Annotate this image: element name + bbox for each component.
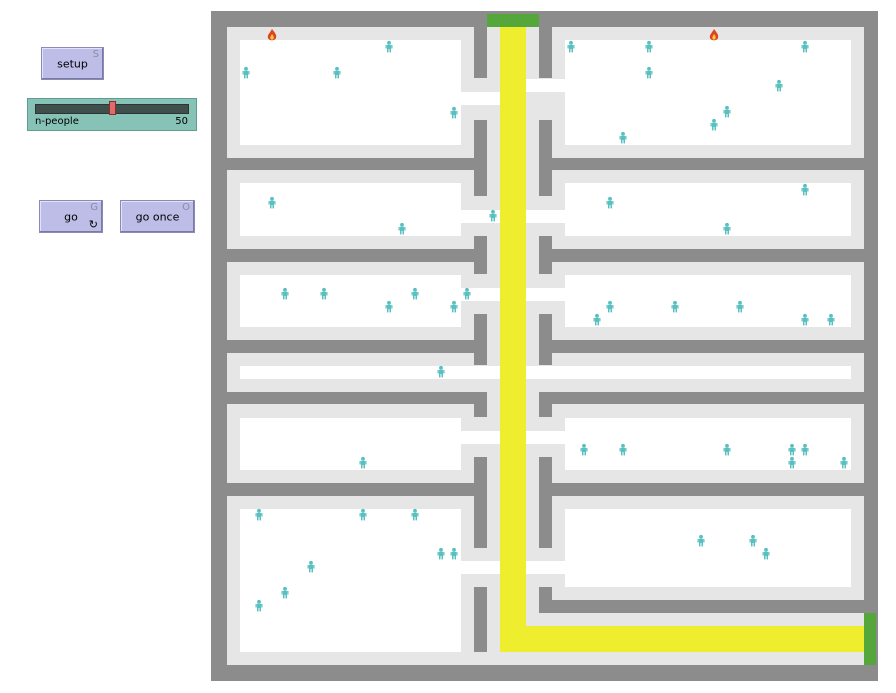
room-left <box>240 509 461 652</box>
vertical-wall-left <box>474 392 487 417</box>
world-view[interactable] <box>211 11 878 681</box>
vertical-wall-right <box>539 392 552 417</box>
evacuation-path-horizontal <box>500 626 864 652</box>
doorway <box>461 561 501 574</box>
vertical-wall-left <box>474 587 487 652</box>
doorway <box>461 431 501 444</box>
room-left <box>240 366 851 379</box>
vertical-wall-left <box>474 314 487 365</box>
horizontal-wall <box>227 249 487 262</box>
horizontal-wall <box>227 340 487 353</box>
go-button[interactable]: go G ↻ <box>39 200 103 233</box>
vertical-wall-left <box>474 120 487 196</box>
doorway <box>526 210 566 223</box>
horizontal-wall <box>539 600 864 613</box>
n-people-slider[interactable]: n-people 50 <box>27 98 197 131</box>
horizontal-wall <box>227 483 487 496</box>
go-button-key: G <box>90 202 98 213</box>
room-right <box>565 40 851 145</box>
vertical-wall-left <box>474 236 487 274</box>
room-right <box>565 418 851 470</box>
forever-icon: ↻ <box>88 218 98 231</box>
slider-name: n-people <box>35 116 79 127</box>
horizontal-wall <box>539 249 864 262</box>
slider-value: 50 <box>175 116 188 127</box>
room-left <box>240 275 461 327</box>
vertical-wall-right <box>539 457 552 548</box>
vertical-wall-right <box>539 236 552 274</box>
doorway <box>526 79 566 92</box>
vertical-wall-right <box>539 27 552 78</box>
horizontal-wall <box>539 158 864 170</box>
exit-top <box>487 14 539 27</box>
vertical-wall-left <box>474 457 487 548</box>
go-once-button-key: O <box>182 202 190 213</box>
slider-thumb[interactable] <box>109 101 116 115</box>
room-right <box>565 509 851 587</box>
vertical-wall-left <box>474 27 487 78</box>
horizontal-wall <box>227 158 487 170</box>
doorway <box>526 288 566 301</box>
horizontal-wall <box>539 483 864 496</box>
doorway <box>461 92 501 105</box>
evacuation-path-vertical <box>500 27 526 652</box>
setup-button-key: S <box>92 49 99 60</box>
vertical-wall-right <box>539 314 552 365</box>
vertical-wall-right <box>539 120 552 196</box>
doorway <box>526 561 566 574</box>
vertical-wall-right <box>539 587 552 613</box>
room-left <box>240 183 461 236</box>
horizontal-wall <box>539 340 864 353</box>
horizontal-wall <box>539 392 864 404</box>
world-canvas <box>212 12 877 680</box>
exit-right <box>864 613 876 665</box>
doorway <box>526 431 566 444</box>
room-left <box>240 418 461 470</box>
setup-button[interactable]: setup S <box>41 47 104 80</box>
horizontal-wall <box>227 392 487 404</box>
go-once-button[interactable]: go once O <box>120 200 195 233</box>
room-left <box>240 40 461 145</box>
slider-track[interactable] <box>35 101 189 115</box>
